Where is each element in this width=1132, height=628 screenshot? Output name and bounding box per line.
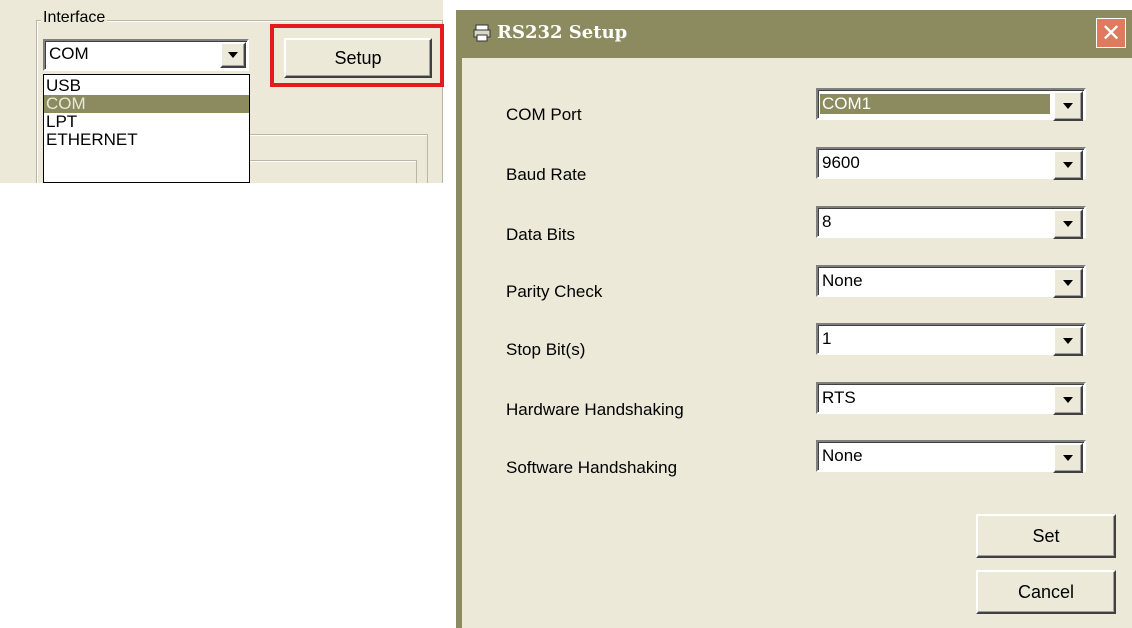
dialog-client-area: COM Port Baud Rate Data Bits Parity Chec… <box>462 58 1132 628</box>
hardware-handshaking-dropdown-button[interactable] <box>1053 385 1083 415</box>
data-bits-label: Data Bits <box>506 225 575 244</box>
interface-group-label: Interface <box>41 9 108 27</box>
set-button[interactable]: Set <box>976 514 1116 558</box>
dropdown-option-ethernet[interactable]: ETHERNET <box>44 131 249 149</box>
software-handshaking-label: Software Handshaking <box>506 458 678 477</box>
software-handshaking-value: None <box>822 446 863 465</box>
com-port-dropdown-button[interactable] <box>1053 91 1083 121</box>
cancel-button[interactable]: Cancel <box>976 570 1116 614</box>
com-port-label: COM Port <box>506 105 582 124</box>
com-port-value: COM1 <box>820 94 1050 114</box>
hardware-handshaking-value: RTS <box>822 388 856 407</box>
interface-dropdown-list: USB COM LPT ETHERNET <box>43 74 250 183</box>
data-bits-value: 8 <box>822 212 832 231</box>
data-bits-select[interactable]: 8 <box>816 206 1086 239</box>
chevron-down-icon <box>1063 162 1073 168</box>
dropdown-option-com[interactable]: COM <box>44 95 249 113</box>
dropdown-option-lpt[interactable]: LPT <box>44 113 249 131</box>
stop-bits-label: Stop Bit(s) <box>506 340 586 359</box>
close-icon[interactable]: ✕ <box>1096 18 1126 48</box>
chevron-down-icon <box>1063 221 1073 227</box>
interface-combo-button[interactable] <box>220 42 246 68</box>
com-port-select[interactable]: COM1 <box>816 88 1086 121</box>
dropdown-option-usb[interactable]: USB <box>44 77 249 95</box>
stop-bits-select[interactable]: 1 <box>816 323 1086 356</box>
baud-rate-value: 9600 <box>822 153 860 172</box>
rs232-setup-dialog: RS232 Setup ✕ COM Port Baud Rate Data Bi… <box>456 10 1132 628</box>
baud-rate-dropdown-button[interactable] <box>1053 150 1083 180</box>
chevron-down-icon <box>1063 280 1073 286</box>
stop-bits-dropdown-button[interactable] <box>1053 326 1083 356</box>
parity-check-label: Parity Check <box>506 282 603 301</box>
interface-combo-value: COM <box>49 44 89 63</box>
hardware-handshaking-label: Hardware Handshaking <box>506 400 684 419</box>
interface-combo[interactable]: COM <box>43 39 249 71</box>
hardware-handshaking-select[interactable]: RTS <box>816 382 1086 415</box>
baud-rate-label: Baud Rate <box>506 165 587 184</box>
parity-check-dropdown-button[interactable] <box>1053 268 1083 298</box>
chevron-down-icon <box>1063 103 1073 109</box>
dialog-titlebar[interactable]: RS232 Setup ✕ <box>456 10 1132 58</box>
baud-rate-select[interactable]: 9600 <box>816 147 1086 180</box>
stop-bits-value: 1 <box>822 329 832 348</box>
software-handshaking-dropdown-button[interactable] <box>1053 443 1083 473</box>
software-handshaking-select[interactable]: None <box>816 440 1086 473</box>
chevron-down-icon <box>1063 455 1073 461</box>
parity-check-value: None <box>822 271 863 290</box>
data-bits-dropdown-button[interactable] <box>1053 209 1083 239</box>
printer-icon <box>473 24 491 42</box>
chevron-down-icon <box>1063 338 1073 344</box>
parity-check-select[interactable]: None <box>816 265 1086 298</box>
dialog-title: RS232 Setup <box>497 22 628 43</box>
chevron-down-icon <box>1063 397 1073 403</box>
chevron-down-icon <box>228 52 238 58</box>
setup-highlight-box <box>270 24 444 87</box>
